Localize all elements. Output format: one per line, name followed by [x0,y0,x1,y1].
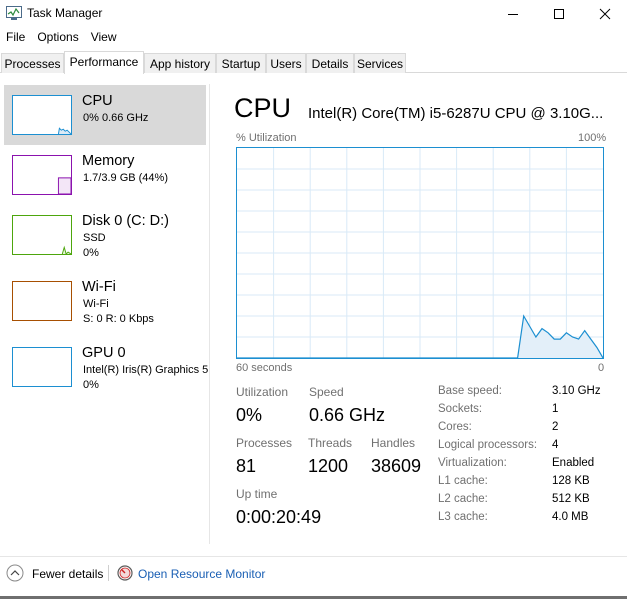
spec-label: L3 cache: [438,511,488,523]
spec-label: Logical processors: [438,439,538,451]
minimize-button[interactable] [490,0,536,27]
tab-strip: Processes Performance App history Startu… [0,51,627,74]
tab-details[interactable]: Details [306,53,354,73]
resource-wifi[interactable]: Wi-Fi Wi-Fi S: 0 R: 0 Kbps [4,271,206,331]
gpu-summary: 0% [83,379,99,391]
processes-value: 81 [236,456,257,476]
disk-summary: 0% [83,247,99,259]
spec-label: L2 cache: [438,493,488,505]
utilization-value: 0% [236,405,263,425]
tab-processes[interactable]: Processes [1,53,64,73]
tab-users[interactable]: Users [266,53,306,73]
spec-value: 4 [552,439,559,451]
cpu-model-name: Intel(R) Core(TM) i5-6287U CPU @ 3.10G..… [308,105,604,122]
footer: Fewer details Open Resource Monitor [0,556,627,590]
gpu-model: Intel(R) Iris(R) Graphics 5 [83,364,209,376]
spec-label: L1 cache: [438,475,488,487]
gpu-name: GPU 0 [82,345,126,361]
uptime-label: Up time [236,487,278,501]
y-axis-label: % Utilization [236,132,297,144]
spec-value: 128 KB [552,475,590,487]
menu-file[interactable]: File [0,28,31,48]
disk-name: Disk 0 (C: D:) [82,213,169,229]
page-title: CPU [234,93,292,123]
footer-separator [108,565,109,581]
minimize-icon [508,13,518,15]
disk-type: SSD [83,232,106,244]
gpu-thumbnail-graph [12,347,72,387]
speed-value: 0.66 GHz [309,405,386,425]
cpu-name: CPU [82,93,113,109]
wifi-throughput: S: 0 R: 0 Kbps [83,313,154,325]
spec-label: Base speed: [438,385,502,397]
close-icon [599,8,611,19]
x-axis-left-label: 60 seconds [236,362,293,374]
handles-label: Handles [371,436,416,450]
speed-label: Speed [309,385,344,399]
uptime-value: 0:00:20:49 [236,507,322,527]
menu-options[interactable]: Options [31,28,84,48]
tab-app-history[interactable]: App history [144,53,216,73]
cpu-thumbnail-graph [12,95,72,135]
x-axis-right-label: 0 [598,362,605,374]
processes-label: Processes [236,436,293,450]
spec-value: 512 KB [552,493,590,505]
tab-services[interactable]: Services [354,53,406,73]
memory-name: Memory [82,153,135,169]
handles-value: 38609 [371,456,422,476]
task-manager-icon [6,6,22,20]
window-title: Task Manager [27,6,103,20]
title-bar: Task Manager [0,0,627,27]
resource-cpu[interactable]: CPU 0% 0.66 GHz [4,85,206,145]
close-button[interactable] [582,0,627,27]
utilization-label: Utilization [236,385,289,399]
resource-gpu[interactable]: GPU 0 Intel(R) Iris(R) Graphics 5 0% [4,337,209,397]
spec-value: 1 [552,403,559,415]
spec-label: Sockets: [438,403,483,415]
spec-label: Virtualization: [438,457,507,469]
cpu-summary: 0% 0.66 GHz [83,112,149,124]
wifi-adapter: Wi-Fi [83,298,109,310]
task-manager-window: Task Manager File Options View Processes… [0,0,627,599]
y-axis-max-label: 100% [578,132,607,144]
spec-value: 3.10 GHz [552,385,601,397]
resource-monitor-icon [117,565,133,581]
menu-bar: File Options View [0,28,123,48]
tab-performance[interactable]: Performance [64,51,144,74]
menu-view[interactable]: View [85,28,123,48]
tab-startup[interactable]: Startup [216,53,266,73]
left-divider [209,84,210,544]
spec-value: Enabled [552,457,595,469]
maximize-icon [554,8,564,19]
threads-value: 1200 [308,456,349,476]
memory-summary: 1.7/3.9 GB (44%) [83,172,168,184]
spec-value: 2 [552,421,559,433]
cpu-utilization-graph [236,147,604,359]
wifi-name: Wi-Fi [82,279,116,295]
maximize-button[interactable] [536,0,582,27]
wifi-thumbnail-graph [12,281,72,321]
memory-thumbnail-graph [12,155,72,195]
chevron-up-icon[interactable] [6,564,24,582]
cpu-utilization-chart [237,148,604,359]
threads-label: Threads [308,436,353,450]
spec-label: Cores: [438,421,472,433]
disk-thumbnail-graph [12,215,72,255]
resource-disk[interactable]: Disk 0 (C: D:) SSD 0% [4,205,206,265]
open-resource-monitor-link[interactable]: Open Resource Monitor [138,567,265,581]
resource-memory[interactable]: Memory 1.7/3.9 GB (44%) [4,145,206,205]
fewer-details-button[interactable]: Fewer details [32,567,103,581]
spec-value: 4.0 MB [552,511,589,523]
